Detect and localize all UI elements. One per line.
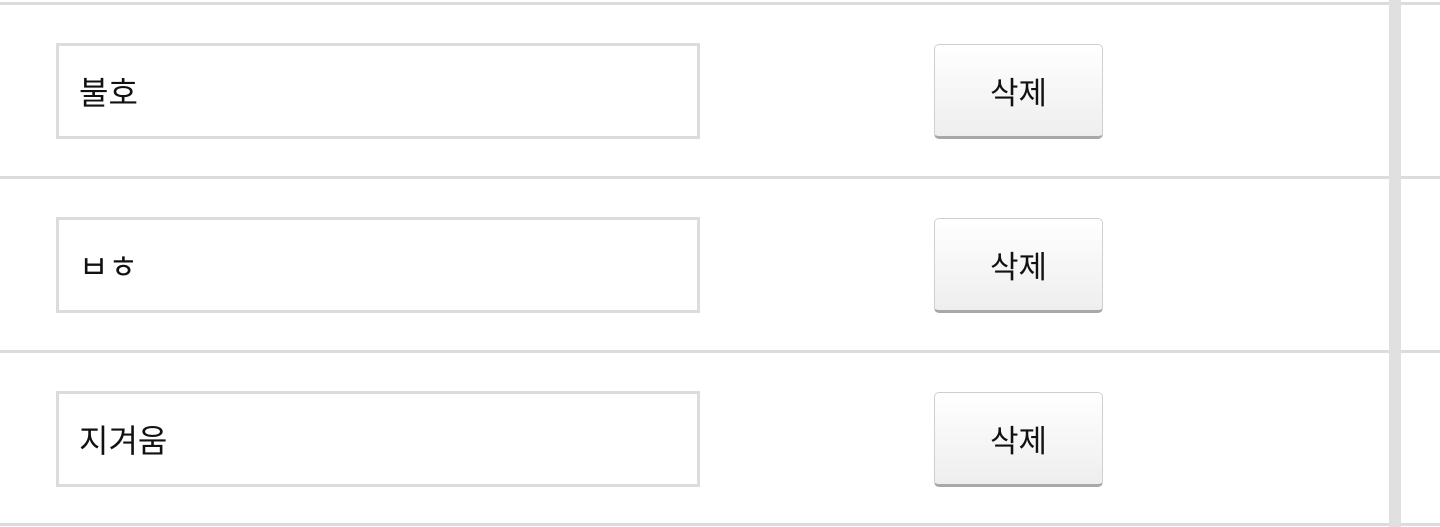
keyword-list: 삭제 삭제 삭제 <box>0 2 1440 526</box>
keyword-input[interactable] <box>56 43 700 139</box>
keyword-row: 삭제 <box>0 176 1440 350</box>
keyword-row: 삭제 <box>0 2 1440 176</box>
delete-button[interactable]: 삭제 <box>934 218 1103 313</box>
delete-button[interactable]: 삭제 <box>934 44 1103 139</box>
keyword-input[interactable] <box>56 391 700 487</box>
delete-button[interactable]: 삭제 <box>934 392 1103 487</box>
keyword-row: 삭제 <box>0 350 1440 526</box>
keyword-input[interactable] <box>56 217 700 313</box>
vertical-divider <box>1389 0 1401 527</box>
